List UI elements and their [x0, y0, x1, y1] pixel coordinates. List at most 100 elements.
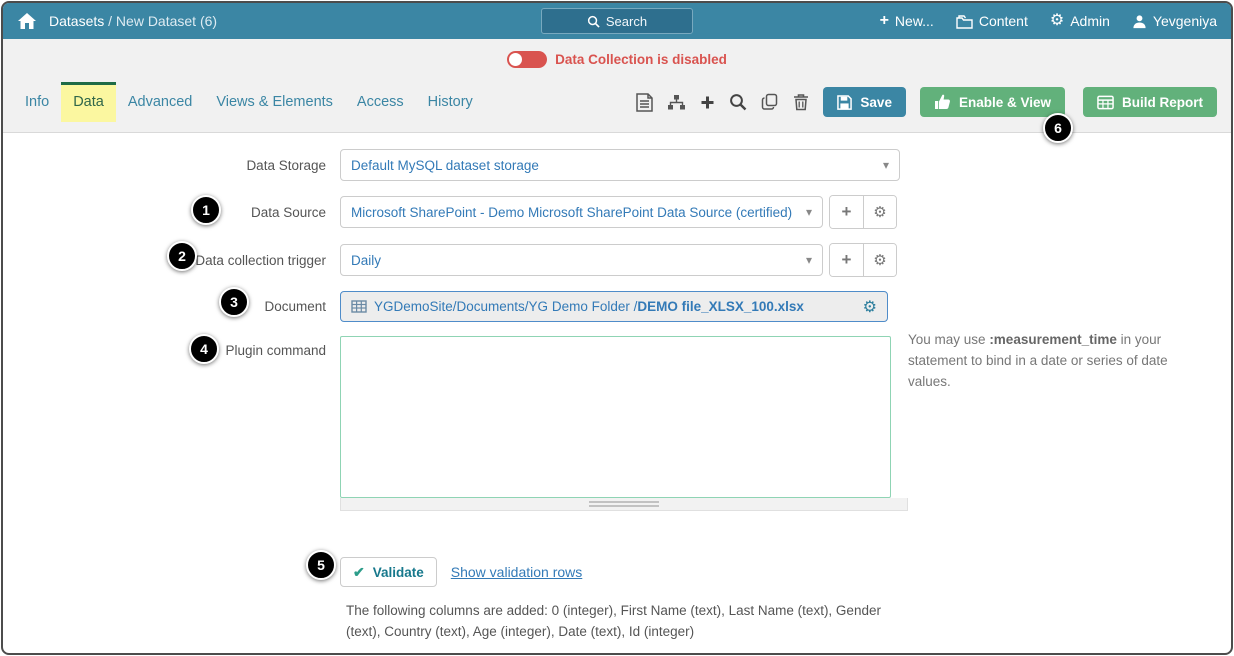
- data-source-select[interactable]: Microsoft SharePoint - Demo Microsoft Sh…: [340, 196, 823, 228]
- plus-icon: +: [842, 250, 852, 270]
- save-icon: [837, 95, 852, 110]
- breadcrumb: Datasets / New Dataset (6): [49, 13, 217, 29]
- top-navigation-bar: Datasets / New Dataset (6) Search + New.…: [3, 3, 1231, 39]
- data-storage-select[interactable]: Default MySQL dataset storage ▾: [340, 149, 900, 181]
- global-search[interactable]: Search: [541, 8, 693, 34]
- add-button[interactable]: [700, 95, 715, 110]
- data-source-actions: + ⚙: [829, 195, 897, 229]
- validate-button[interactable]: ✔ Validate: [340, 557, 437, 587]
- textarea-resize-handle[interactable]: [340, 498, 908, 511]
- step-badge-3: 3: [219, 287, 249, 317]
- search-icon: [587, 15, 600, 28]
- step-badge-1: 1: [191, 195, 221, 225]
- trigger-select[interactable]: Daily ▾: [340, 244, 823, 276]
- step-badge-4: 4: [189, 334, 219, 364]
- search-icon: [729, 93, 747, 111]
- data-source-value: Microsoft SharePoint - Demo Microsoft Sh…: [351, 205, 792, 220]
- chevron-down-icon: ▾: [883, 158, 889, 172]
- save-button[interactable]: Save: [823, 87, 906, 117]
- plugin-command-label: Plugin command: [3, 336, 340, 358]
- data-collection-status-text: Data Collection is disabled: [555, 52, 727, 67]
- plugin-command-input[interactable]: [340, 336, 891, 498]
- user-menu[interactable]: Yevgeniya: [1132, 13, 1217, 29]
- chevron-down-icon: ▾: [806, 205, 812, 219]
- validate-label: Validate: [373, 565, 424, 580]
- step-badge-2: 2: [167, 241, 197, 271]
- measurement-time-hint: You may use :measurement_time in your st…: [908, 330, 1180, 393]
- document-icon: [636, 93, 653, 112]
- lineage-button[interactable]: [667, 94, 686, 111]
- edit-trigger-button[interactable]: ⚙: [863, 244, 896, 276]
- topnav: + New... Content ⚙ Admin Yevgeniya: [880, 13, 1217, 29]
- validate-row: ✔ Validate Show validation rows: [340, 557, 1231, 587]
- document-path: YGDemoSite/Documents/YG Demo Folder /: [374, 299, 637, 314]
- breadcrumb-current: / New Dataset (6): [108, 13, 217, 29]
- delete-button[interactable]: [793, 93, 809, 111]
- duplicate-button[interactable]: [761, 93, 779, 111]
- toggle-knob: [509, 53, 522, 66]
- step-badge-6: 6: [1043, 113, 1073, 143]
- user-name: Yevgeniya: [1153, 13, 1217, 29]
- plus-icon: [700, 95, 715, 110]
- tab-history[interactable]: History: [416, 82, 485, 122]
- columns-added-note: The following columns are added: 0 (inte…: [346, 601, 886, 643]
- dataset-form: Data Storage Default MySQL dataset stora…: [3, 133, 1231, 643]
- check-icon: ✔: [353, 564, 365, 581]
- search-label: Search: [606, 14, 647, 29]
- data-storage-label: Data Storage: [3, 158, 340, 173]
- sitemap-icon: [667, 94, 686, 111]
- trash-icon: [793, 93, 809, 111]
- app-window: Datasets / New Dataset (6) Search + New.…: [1, 1, 1233, 655]
- add-data-source-button[interactable]: +: [830, 196, 863, 228]
- data-source-label: Data Source: [3, 205, 340, 220]
- chevron-down-icon: ▾: [806, 253, 812, 267]
- document-settings-gear-icon[interactable]: ⚙: [863, 297, 877, 317]
- report-table-icon: [1097, 95, 1114, 110]
- tab-access[interactable]: Access: [345, 82, 416, 122]
- data-collection-banner: Data Collection is disabled: [3, 39, 1231, 79]
- tab-info[interactable]: Info: [13, 82, 61, 122]
- hint-prefix: You may use: [908, 332, 989, 347]
- home-button[interactable]: [17, 12, 37, 30]
- new-menu[interactable]: + New...: [880, 13, 934, 29]
- hint-token: :measurement_time: [989, 332, 1117, 347]
- add-trigger-button[interactable]: +: [830, 244, 863, 276]
- show-validation-rows-link[interactable]: Show validation rows: [451, 564, 583, 580]
- tab-views-elements[interactable]: Views & Elements: [204, 82, 345, 122]
- data-storage-row: Data Storage Default MySQL dataset stora…: [3, 149, 1231, 181]
- search-dataset-button[interactable]: [729, 93, 747, 111]
- gear-icon: ⚙: [873, 251, 886, 269]
- gear-icon: ⚙: [873, 203, 886, 221]
- document-field[interactable]: YGDemoSite/Documents/YG Demo Folder / DE…: [340, 291, 888, 322]
- folder-icon: [956, 14, 973, 29]
- thumbs-up-icon: [934, 94, 951, 110]
- enable-view-label: Enable & View: [959, 95, 1051, 110]
- app-frame: Datasets / New Dataset (6) Search + New.…: [0, 0, 1234, 656]
- plus-icon: +: [842, 202, 852, 222]
- plus-icon: +: [880, 13, 889, 29]
- document-row: Document YGDemoSite/Documents/YG Demo Fo…: [3, 291, 1231, 322]
- content-menu[interactable]: Content: [956, 13, 1028, 29]
- data-storage-value: Default MySQL dataset storage: [351, 158, 539, 173]
- notes-button[interactable]: [636, 93, 653, 112]
- step-badge-5: 5: [306, 550, 336, 580]
- enable-view-button[interactable]: Enable & View: [920, 87, 1065, 117]
- tab-advanced[interactable]: Advanced: [116, 82, 205, 122]
- edit-data-source-button[interactable]: ⚙: [863, 196, 896, 228]
- plugin-command-wrap: [340, 336, 891, 511]
- grip-icon: [589, 501, 659, 509]
- data-collection-toggle[interactable]: [507, 51, 547, 68]
- user-icon: [1132, 14, 1147, 29]
- tab-data[interactable]: Data: [61, 82, 116, 122]
- trigger-value: Daily: [351, 253, 381, 268]
- build-report-button[interactable]: Build Report: [1083, 87, 1217, 117]
- data-source-row: Data Source Microsoft SharePoint - Demo …: [3, 195, 1231, 229]
- breadcrumb-section[interactable]: Datasets: [49, 13, 104, 29]
- copy-icon: [761, 93, 779, 111]
- document-label: Document: [3, 299, 340, 314]
- admin-menu[interactable]: ⚙ Admin: [1050, 13, 1110, 29]
- spreadsheet-icon: [351, 300, 367, 313]
- build-report-label: Build Report: [1122, 95, 1203, 110]
- admin-menu-label: Admin: [1070, 13, 1110, 29]
- document-filename: DEMO file_XLSX_100.xlsx: [637, 299, 804, 314]
